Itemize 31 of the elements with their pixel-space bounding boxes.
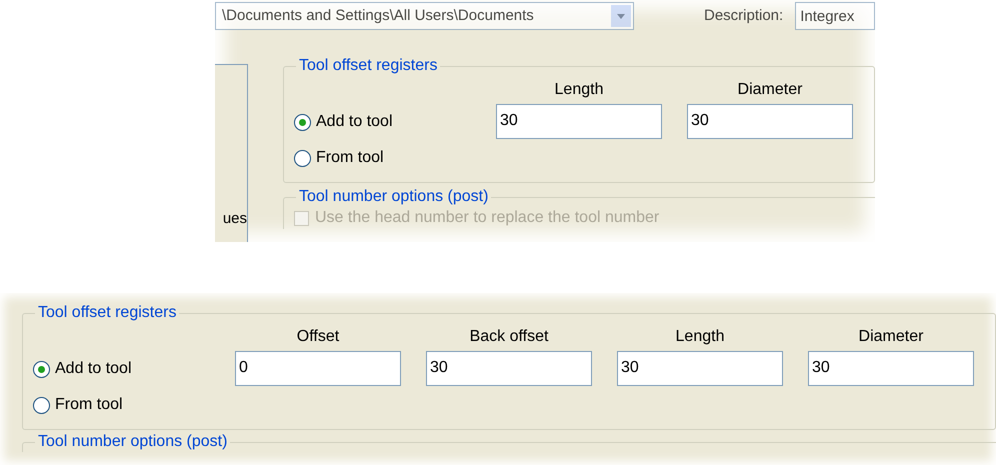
side-label: ues <box>222 208 247 228</box>
column-label: Offset <box>296 327 340 347</box>
checkbox-label: Use the head number to replace the tool number <box>315 208 660 228</box>
column-label: Length <box>674 327 726 347</box>
description-label: Description: <box>704 6 784 26</box>
radio-label: From tool <box>55 395 123 415</box>
radio-button[interactable] <box>33 360 50 378</box>
number-field[interactable]: 30 <box>426 351 592 386</box>
column-label: Back offset <box>468 327 550 347</box>
radio-button[interactable] <box>294 114 311 130</box>
radio-button[interactable] <box>33 396 50 414</box>
radio-label: From tool <box>316 148 384 168</box>
dropdown-button[interactable] <box>610 5 631 27</box>
radio-label: Add to tool <box>55 359 132 379</box>
group-title: Tool number options (post) <box>298 187 490 207</box>
group-title: Tool offset registers <box>37 303 178 323</box>
caret-icon <box>616 14 625 18</box>
description-field[interactable]: Integrex <box>795 2 875 30</box>
group-title: Tool offset registers <box>298 56 438 76</box>
number-field[interactable]: 30 <box>617 351 783 386</box>
radio-label: Add to tool <box>316 112 392 132</box>
radio-button[interactable] <box>294 150 311 166</box>
group-title: Tool number options (post) <box>37 432 228 452</box>
path-field[interactable]: \Documents and Settings\All Users\Documents <box>215 2 634 30</box>
number-field[interactable]: 30 <box>687 104 853 139</box>
number-field[interactable]: 30 <box>496 104 662 139</box>
column-label: Diameter <box>736 80 804 100</box>
column-label: Length <box>554 80 604 100</box>
number-field[interactable]: 0 <box>235 351 401 386</box>
number-field[interactable]: 30 <box>808 351 974 386</box>
column-label: Diameter <box>858 327 924 347</box>
